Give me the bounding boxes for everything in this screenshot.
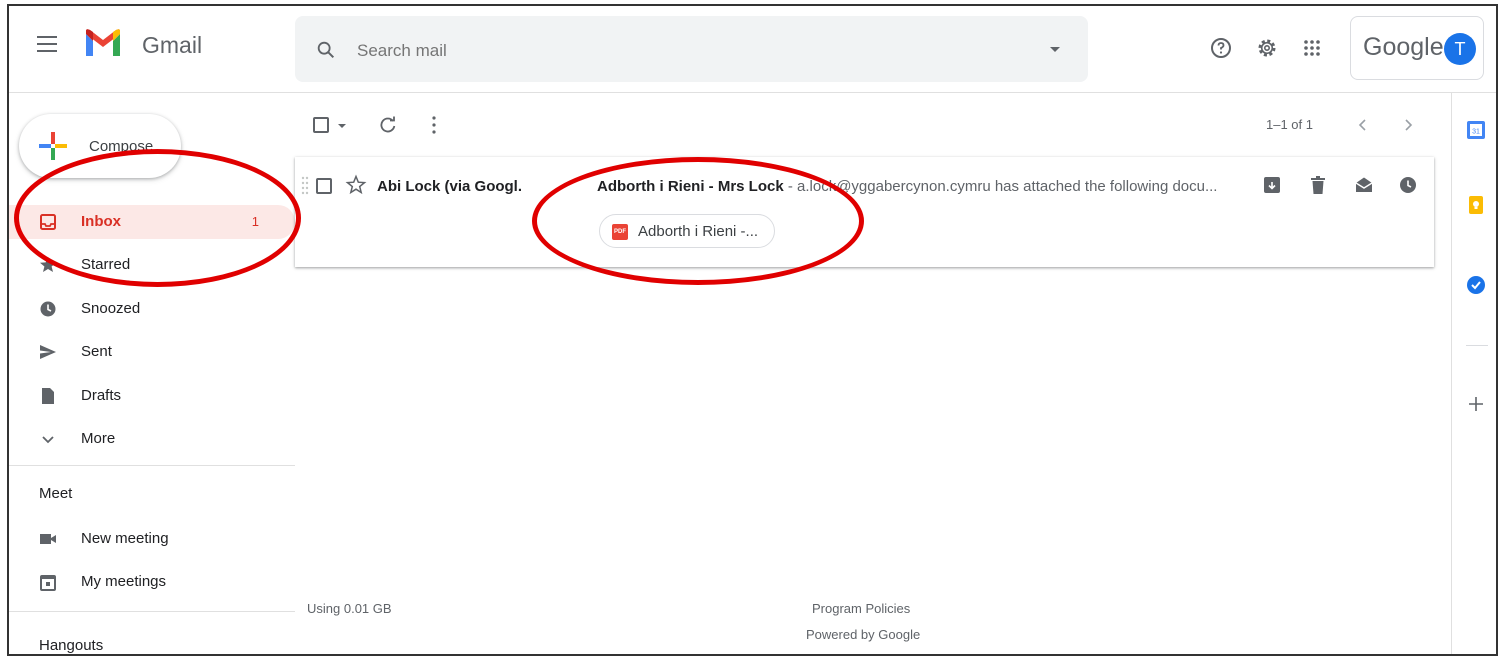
sidebar-item-label: Sent [81,343,112,360]
send-icon [40,345,56,359]
pagination-label: 1–1 of 1 [1266,117,1313,132]
add-addon-icon[interactable] [1466,394,1486,414]
sidebar-item-label: Starred [81,256,131,273]
google-wordmark: Google [1363,33,1444,61]
video-icon [40,534,56,544]
nav-divider [9,465,295,466]
mark-as-read-icon[interactable] [1353,174,1375,196]
sidebar-item-inbox[interactable]: Inbox 1 [9,205,295,239]
sidebar-item-sent[interactable]: Sent [9,335,295,369]
search-options-icon[interactable] [1050,47,1060,52]
snooze-icon[interactable] [1397,174,1419,196]
message-subject-line: Adborth i Rieni - Mrs Lock - a.lock@ygga… [597,178,1242,195]
search-bar[interactable] [295,16,1088,82]
tasks-app-icon[interactable] [1466,275,1486,295]
side-panel-divider [1466,345,1488,346]
inbox-icon [40,214,56,230]
sidebar-item-label: Drafts [81,387,122,404]
help-icon[interactable] [1209,36,1233,60]
message-subject: Adborth i Rieni - Mrs Lock [597,178,784,195]
sidebar-item-label: My meetings [81,573,167,590]
sidebar-item-label: More [81,430,116,447]
drag-handle-icon[interactable] [301,175,309,195]
calendar-icon [40,575,56,591]
top-bar: Gmail Google [9,6,1496,93]
sidebar-item-label: New meeting [81,530,169,547]
gmail-wordmark: Gmail [142,32,203,58]
account-switcher[interactable]: Google T [1350,16,1484,80]
calendar-app-icon[interactable]: 31 [1466,120,1486,140]
clock-icon [40,301,56,317]
apps-grid-icon[interactable] [1300,36,1324,60]
side-panel: 31 [1451,92,1496,654]
chevron-right-icon[interactable] [1397,114,1419,136]
storage-usage: Using 0.01 GB [307,601,392,616]
keep-app-icon[interactable] [1466,195,1486,215]
message-row[interactable]: Abi Lock (via Googl. Adborth i Rieni - M… [295,157,1434,267]
program-policies-link[interactable]: Program Policies [812,601,910,616]
row-checkbox[interactable] [316,178,332,194]
archive-icon[interactable] [1261,174,1283,196]
svg-text:31: 31 [1472,129,1480,136]
compose-plus-icon [39,132,67,160]
attachment-chip[interactable]: PDF Adborth i Rieni -... [599,214,775,248]
chevron-left-icon[interactable] [1352,114,1374,136]
select-all-checkbox[interactable] [313,117,329,133]
compose-button[interactable]: Compose [19,114,181,178]
search-input[interactable] [355,40,999,62]
star-outline-icon[interactable] [345,174,367,196]
draft-icon [42,388,54,404]
attachment-name: Adborth i Rieni -... [638,223,759,240]
avatar[interactable]: T [1444,33,1476,65]
more-vert-icon[interactable] [423,114,445,136]
gmail-logo-icon[interactable] [83,28,123,58]
sender-name: Abi Lock (via Googl. [377,178,523,195]
message-snippet: - a.lock@yggabercynon.cymru has attached… [783,178,1218,195]
meet-section-title: Meet [39,485,73,502]
powered-by-google: Powered by Google [806,627,921,642]
star-icon [40,257,56,272]
sidebar-item-new-meeting[interactable]: New meeting [9,522,295,556]
sidebar-item-more[interactable]: More [9,422,295,456]
sidebar-item-snoozed[interactable]: Snoozed [9,292,295,326]
unread-count-badge: 1 [251,214,259,229]
chevron-down-icon [42,436,54,444]
sidebar-item-starred[interactable]: Starred [9,248,295,282]
sidebar-item-label: Snoozed [81,300,141,317]
compose-label: Compose [89,138,154,155]
refresh-icon[interactable] [377,114,399,136]
settings-gear-icon[interactable] [1255,36,1279,60]
select-options-icon[interactable] [338,124,346,128]
hangouts-section-title: Hangouts [39,637,104,654]
nav-divider [9,611,295,612]
main-menu-icon[interactable] [37,36,57,52]
sidebar-item-my-meetings[interactable]: My meetings [9,565,295,599]
search-icon[interactable] [315,39,337,61]
sidebar-item-drafts[interactable]: Drafts [9,379,295,413]
gmail-window: Gmail Google [7,4,1498,656]
sidebar-item-label: Inbox [81,213,121,230]
pdf-file-icon: PDF [612,224,628,240]
delete-icon[interactable] [1307,174,1329,196]
